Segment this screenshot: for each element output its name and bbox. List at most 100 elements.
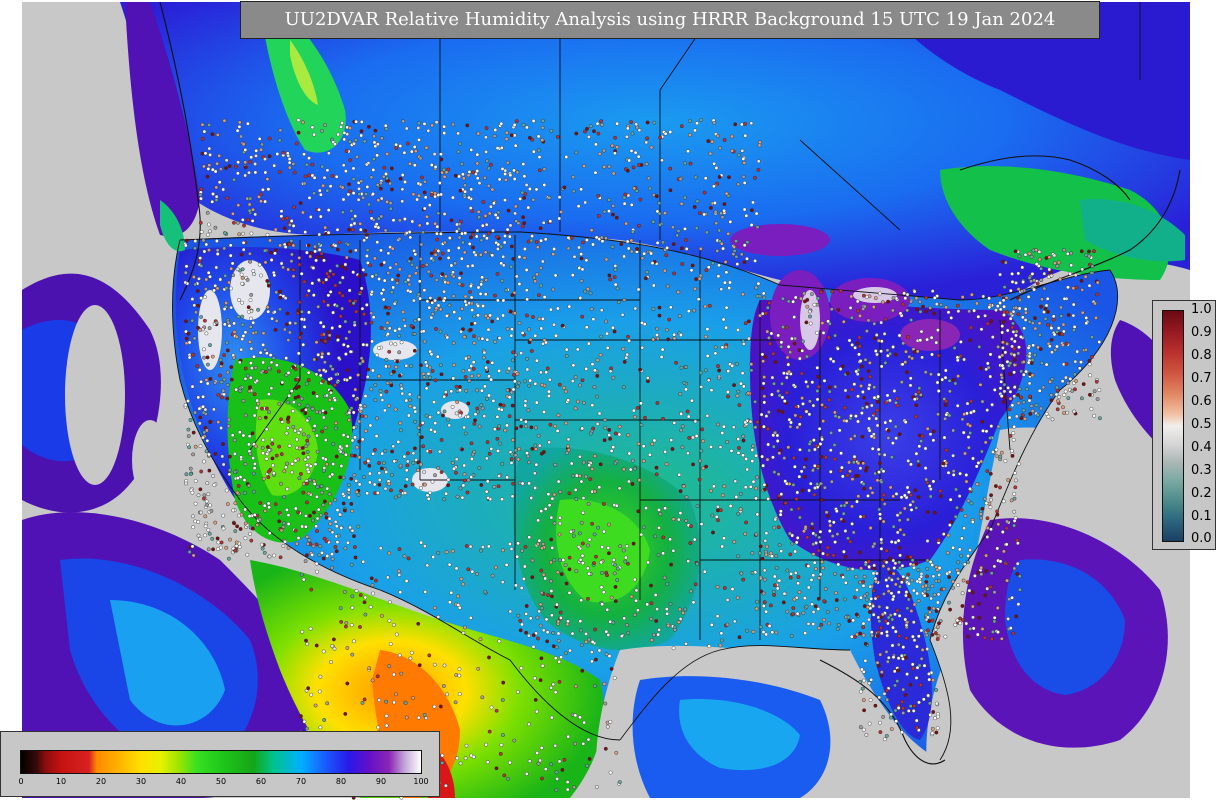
station-dot: [590, 467, 595, 471]
station-dot: [1039, 361, 1044, 365]
station-dot: [477, 424, 482, 429]
station-dot: [384, 723, 389, 728]
station-dot: [372, 256, 377, 261]
station-dot: [270, 316, 274, 321]
station-dot: [729, 448, 734, 453]
station-dot: [299, 396, 304, 401]
station-dot: [941, 461, 946, 466]
station-dot: [878, 720, 882, 725]
station-dot: [278, 289, 282, 294]
station-dot: [483, 313, 488, 318]
station-dot: [832, 443, 837, 447]
station-dot: [715, 614, 720, 618]
station-dot: [859, 377, 864, 381]
station-dot: [593, 454, 597, 458]
station-dot: [813, 486, 817, 490]
station-dot: [325, 168, 330, 173]
station-dot: [604, 257, 609, 262]
station-dot: [486, 183, 491, 188]
station-dot: [596, 193, 601, 198]
station-dot: [266, 501, 271, 506]
station-dot: [417, 193, 421, 198]
station-dot: [688, 119, 692, 123]
station-dot: [929, 372, 933, 377]
station-dot: [595, 373, 600, 378]
station-dot: [989, 497, 993, 502]
station-dot: [1010, 595, 1014, 600]
station-dot: [965, 401, 970, 406]
station-dot: [246, 483, 251, 488]
station-dot: [321, 299, 326, 304]
station-dot: [537, 155, 542, 160]
station-dot: [786, 445, 791, 450]
station-dot: [966, 435, 971, 439]
station-dot: [839, 503, 844, 508]
station-dot: [184, 319, 188, 324]
station-dot: [853, 345, 857, 350]
station-dot: [893, 582, 898, 587]
station-dot: [585, 566, 590, 571]
station-dot: [681, 611, 685, 615]
station-dot: [231, 273, 236, 278]
station-dot: [247, 202, 252, 207]
station-dot: [1013, 471, 1017, 475]
station-dot: [188, 418, 193, 422]
station-dot: [722, 536, 726, 541]
station-dot: [541, 542, 546, 546]
station-dot: [850, 387, 854, 392]
station-dot: [344, 255, 349, 260]
station-dot: [1095, 292, 1100, 297]
station-dot: [509, 460, 514, 465]
station-dot: [928, 305, 933, 310]
station-dot: [629, 120, 633, 125]
station-dot: [396, 439, 401, 444]
station-dot: [487, 393, 491, 398]
station-dot: [401, 318, 406, 322]
station-dot: [197, 259, 202, 264]
station-dot: [942, 587, 946, 591]
station-dot: [1073, 359, 1078, 364]
station-dot: [959, 507, 964, 512]
station-dot: [196, 533, 201, 538]
station-dot: [361, 195, 365, 200]
station-dot: [364, 232, 369, 237]
station-dot: [377, 277, 381, 281]
station-dot: [880, 497, 885, 502]
station-dot: [789, 633, 794, 638]
station-dot: [1027, 354, 1032, 359]
station-dot: [251, 320, 256, 325]
station-dot: [719, 287, 724, 292]
station-dot: [424, 716, 428, 720]
station-dot: [798, 515, 802, 520]
station-dot: [306, 310, 311, 315]
station-dot: [925, 566, 930, 571]
station-dot: [261, 331, 266, 336]
station-dot: [953, 514, 958, 519]
station-dot: [243, 173, 248, 178]
station-dot: [248, 259, 253, 264]
station-dot: [541, 572, 546, 577]
station-dot: [882, 502, 887, 506]
station-dot: [198, 444, 203, 449]
station-dot: [843, 529, 848, 533]
station-dot: [535, 709, 539, 714]
station-dot: [992, 615, 997, 620]
station-dot: [324, 462, 329, 467]
station-dot: [709, 623, 714, 627]
station-dot: [609, 595, 614, 600]
obs-tick-label: 0.2: [1191, 486, 1212, 501]
station-dot: [373, 398, 378, 402]
station-dot: [352, 545, 357, 549]
station-dot: [272, 163, 277, 168]
station-dot: [283, 245, 288, 249]
station-dot: [1018, 587, 1022, 592]
station-dot: [375, 153, 379, 158]
station-dot: [341, 197, 346, 202]
station-dot: [864, 468, 868, 473]
station-dot: [485, 396, 489, 401]
station-dot: [1012, 424, 1017, 429]
station-dot: [406, 413, 411, 418]
station-dot: [199, 469, 204, 474]
station-dot: [704, 464, 708, 469]
station-dot: [300, 629, 305, 634]
